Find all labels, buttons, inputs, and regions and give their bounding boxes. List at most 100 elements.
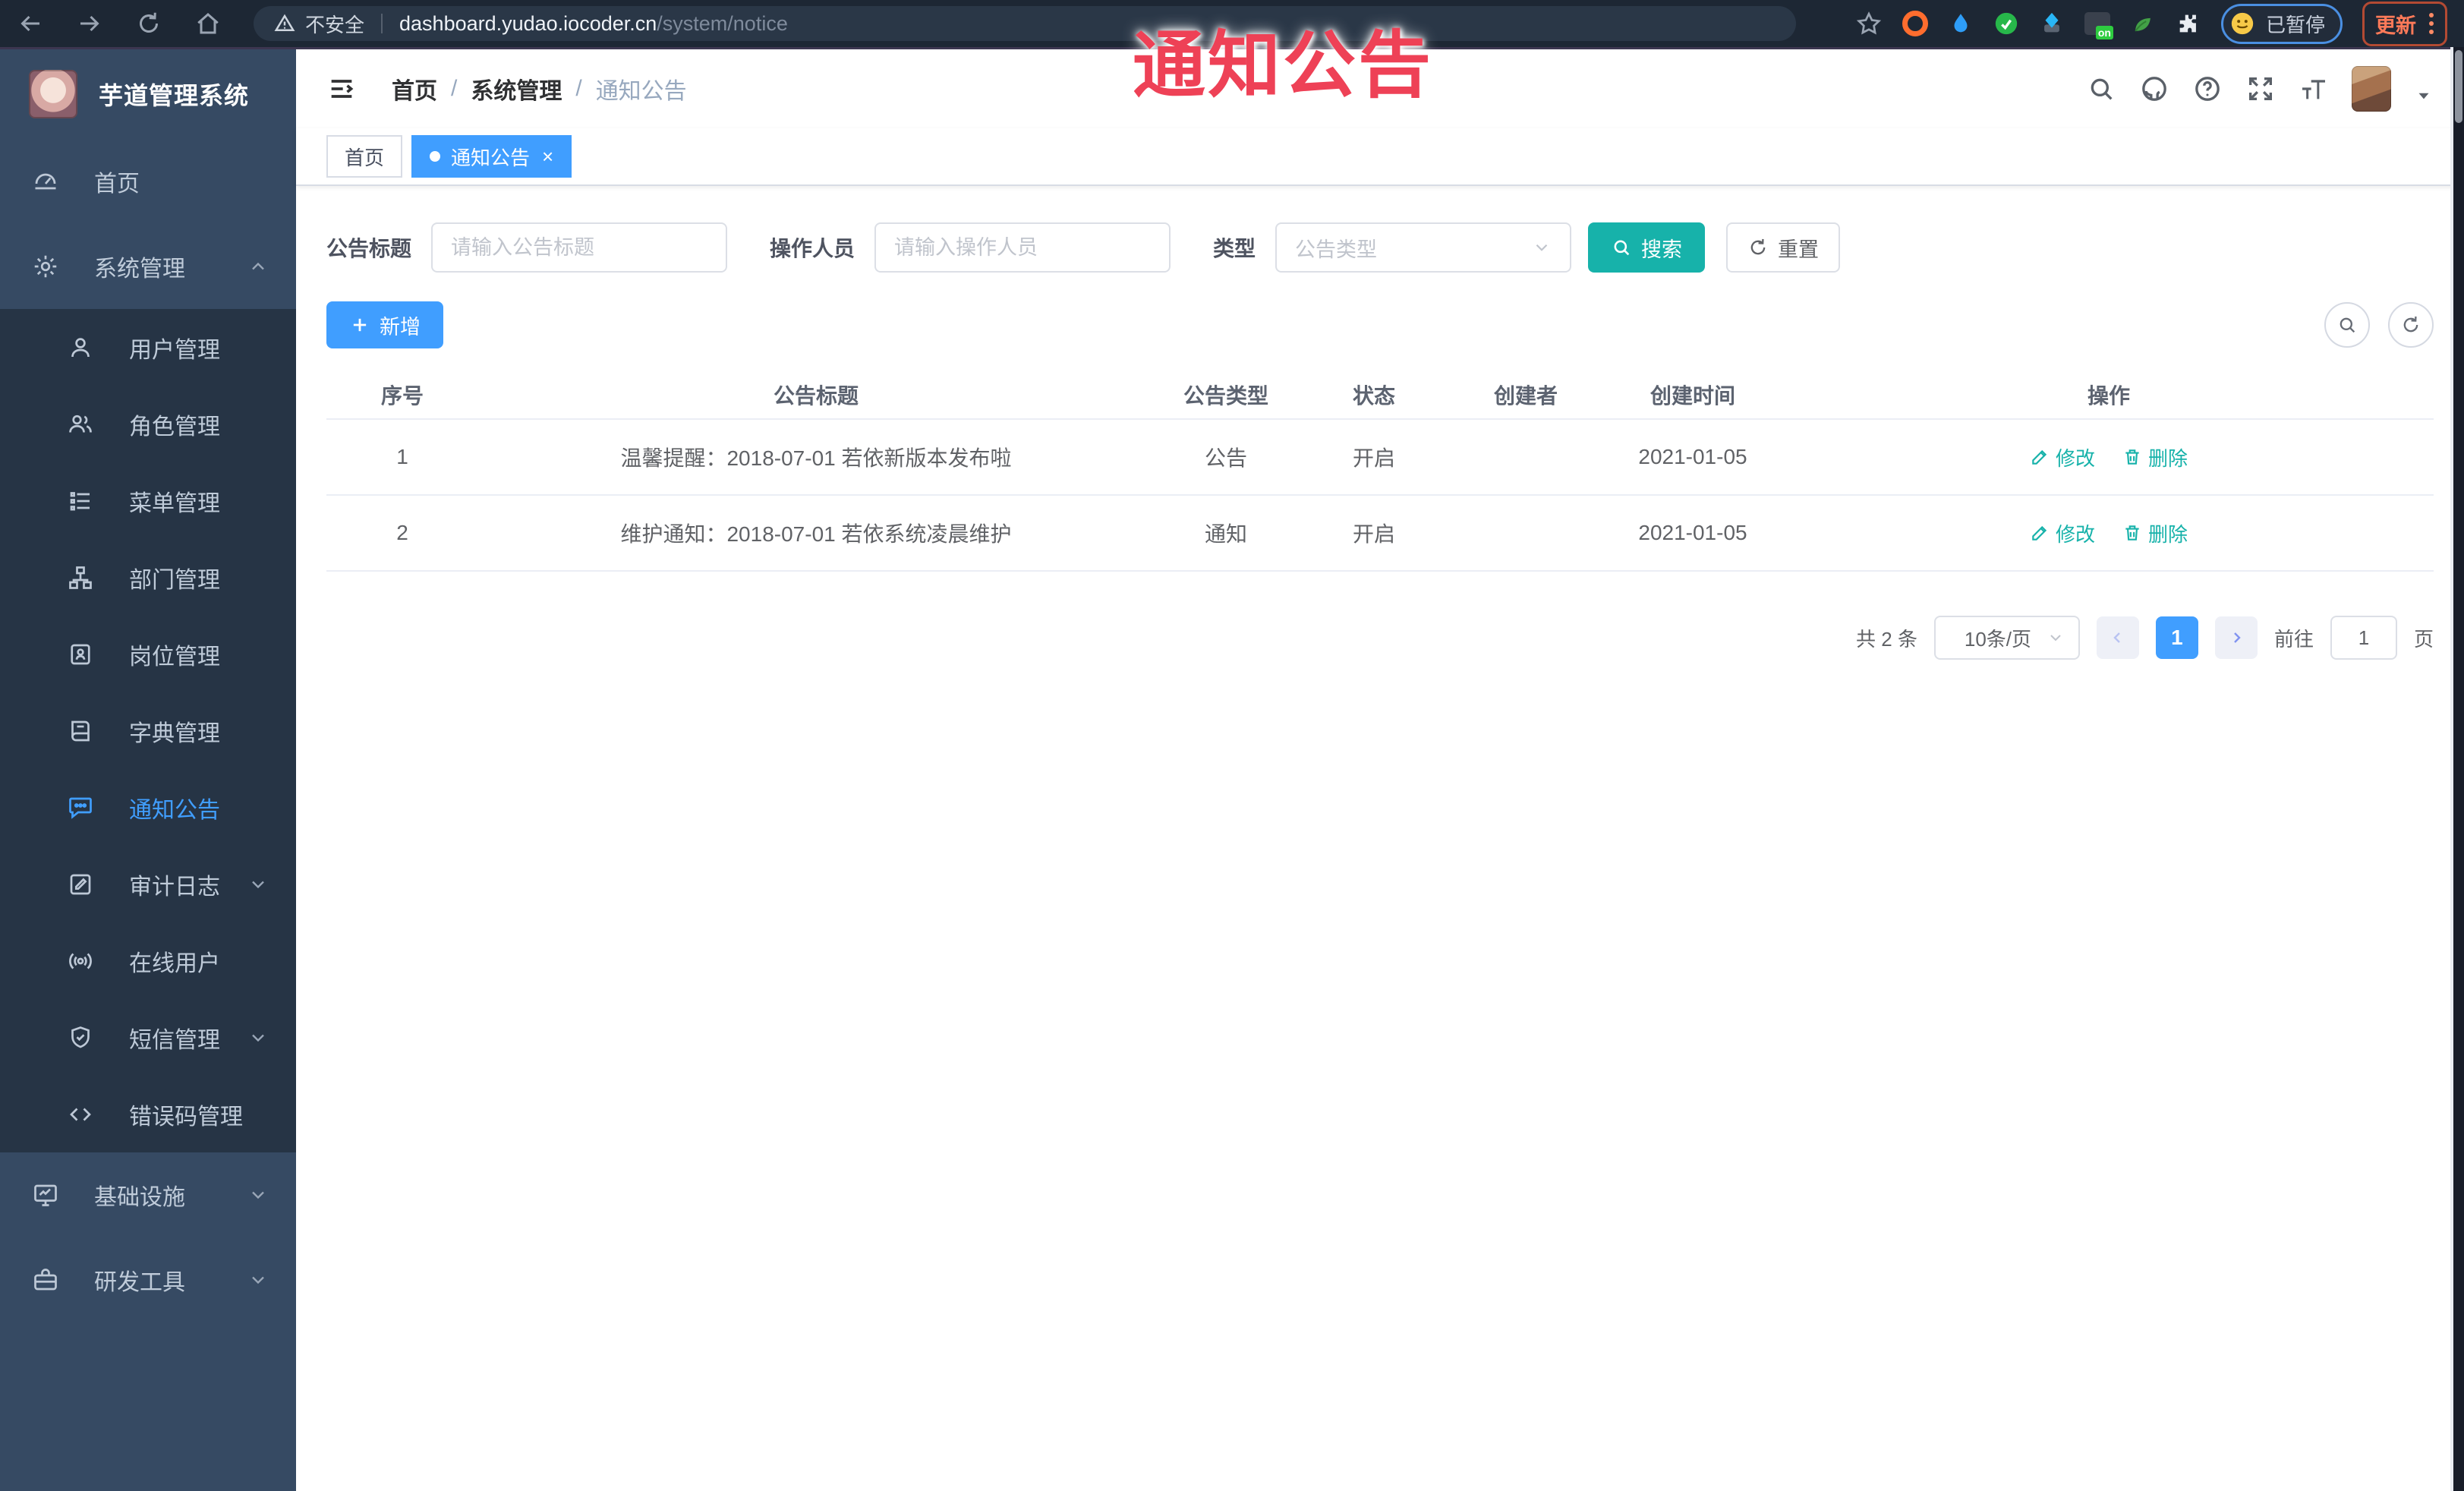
operator-input[interactable] <box>874 222 1171 273</box>
list-icon <box>70 491 90 510</box>
sidebar-item-sms[interactable]: 短信管理 <box>0 999 296 1076</box>
home-icon[interactable] <box>194 10 222 37</box>
dashboard-icon <box>35 173 56 190</box>
edit-link[interactable]: 修改 <box>2030 519 2095 547</box>
tags-view-bar: 首页 通知公告 × <box>296 128 2464 186</box>
sidebar-item-dev-tools[interactable]: 研发工具 <box>0 1237 296 1322</box>
security-label[interactable]: 不安全 <box>305 10 364 38</box>
sidebar-item-label: 用户管理 <box>129 337 220 363</box>
font-size-icon[interactable] <box>2299 74 2329 104</box>
close-icon[interactable]: × <box>542 147 553 166</box>
prev-page-button[interactable] <box>2096 616 2139 659</box>
github-icon[interactable] <box>2139 74 2169 104</box>
update-label: 更新 <box>2375 14 2416 37</box>
sidebar-item-notice[interactable]: 通知公告 <box>0 769 296 846</box>
current-page-button[interactable]: 1 <box>2155 616 2198 659</box>
extensions-puzzle-icon[interactable] <box>2176 11 2201 36</box>
operator-label: 操作人员 <box>770 237 855 260</box>
reload-icon[interactable] <box>135 10 162 37</box>
edit-icon <box>2032 525 2047 541</box>
gear-icon <box>34 255 57 278</box>
user-avatar[interactable] <box>2352 66 2391 112</box>
sidebar-item-audit-log[interactable]: 审计日志 <box>0 846 296 922</box>
logo[interactable]: 芋道管理系统 <box>0 49 296 139</box>
sidebar-item-error-codes[interactable]: 错误码管理 <box>0 1076 296 1152</box>
sidebar-item-departments[interactable]: 部门管理 <box>0 539 296 616</box>
sidebar-item-label: 审计日志 <box>129 874 220 900</box>
message-bubble-icon <box>69 797 92 819</box>
id-badge-icon <box>71 644 90 664</box>
add-button[interactable]: 新增 <box>326 301 443 348</box>
bookmark-star-icon[interactable] <box>1855 10 1883 37</box>
sidebar-item-label: 通知公告 <box>129 797 220 823</box>
sidebar-item-infrastructure[interactable]: 基础设施 <box>0 1152 296 1237</box>
sidebar-item-home[interactable]: 首页 <box>0 139 296 224</box>
address-bar[interactable]: 不安全 dashboard.yudao.iocoder.cn /system/n… <box>254 6 1796 41</box>
reset-button[interactable]: 重置 <box>1726 222 1841 273</box>
scrollbar-thumb[interactable] <box>2455 50 2462 123</box>
edit-link-label: 修改 <box>2055 446 2095 470</box>
help-icon[interactable] <box>2192 74 2223 104</box>
search-icon[interactable] <box>2086 74 2116 104</box>
profile-status-label: 已暂停 <box>2265 13 2325 36</box>
sidebar-item-dict[interactable]: 字典管理 <box>0 692 296 769</box>
not-secure-icon <box>274 14 295 31</box>
delete-link[interactable]: 删除 <box>2122 519 2188 547</box>
page-size-select[interactable]: 10条/页 <box>1933 616 2080 660</box>
cell-no: 2 <box>396 521 408 544</box>
edit-link[interactable]: 修改 <box>2030 443 2095 471</box>
breadcrumb-home[interactable]: 首页 <box>392 72 437 106</box>
profile-emoji-icon <box>2231 12 2254 35</box>
annotation-title: 通知公告 <box>1133 25 1433 106</box>
extension-gem-icon[interactable] <box>2039 11 2065 36</box>
search-button[interactable]: 搜索 <box>1588 222 1706 273</box>
sidebar-submenu-system: 用户管理 角色管理 菜单管理 部门管理 岗位管理 字典管理 通知公告 审计日志 … <box>0 309 296 1152</box>
browser-menu-kebab-icon[interactable] <box>2428 12 2434 35</box>
url-path: /system/notice <box>657 11 788 35</box>
sidebar-item-label: 在线用户 <box>129 950 220 976</box>
extension-orange-icon[interactable] <box>1902 11 1928 36</box>
sidebar-toggle-icon[interactable] <box>326 74 357 104</box>
tag-notice[interactable]: 通知公告 × <box>411 135 572 178</box>
toggle-search-button[interactable] <box>2324 302 2370 348</box>
caret-down-icon[interactable] <box>2414 86 2434 106</box>
extension-green-icon[interactable] <box>1993 11 2019 36</box>
sidebar-item-online-users[interactable]: 在线用户 <box>0 922 296 999</box>
refresh-table-button[interactable] <box>2388 302 2434 348</box>
sidebar-item-posts[interactable]: 岗位管理 <box>0 616 296 692</box>
sidebar-item-menus[interactable]: 菜单管理 <box>0 462 296 539</box>
extension-on-icon[interactable]: on <box>2084 12 2113 39</box>
column-header: 序号 <box>380 384 424 408</box>
page-size-value: 10条/页 <box>1964 627 2032 651</box>
cell-create-time: 2021-01-05 <box>1638 521 1747 544</box>
sidebar-item-label: 错误码管理 <box>129 1104 243 1130</box>
cell-actions: 修改 删除 <box>1784 443 2434 471</box>
page-unit-label: 页 <box>2413 627 2434 651</box>
sidebar-item-users[interactable]: 用户管理 <box>0 309 296 386</box>
goto-page-input[interactable] <box>2330 616 2397 660</box>
column-header: 状态 <box>1352 384 1395 408</box>
next-page-button[interactable] <box>2214 616 2258 659</box>
sidebar-item-roles[interactable]: 角色管理 <box>0 386 296 462</box>
browser-update-button[interactable]: 更新 <box>2362 1 2447 46</box>
sidebar-item-label: 研发工具 <box>94 1270 185 1295</box>
extension-leaf-icon[interactable] <box>2130 11 2156 36</box>
back-icon[interactable] <box>17 10 44 37</box>
sidebar-item-system[interactable]: 系统管理 <box>0 224 296 309</box>
cell-type: 通知 <box>1204 522 1247 546</box>
sidebar: 芋道管理系统 首页 系统管理 用户管理 角色管理 菜单管理 部门管理 岗位管理 … <box>0 49 296 1491</box>
page-scrollbar[interactable] <box>2453 47 2464 1491</box>
forward-icon[interactable] <box>76 10 103 37</box>
monitor-chart-icon <box>34 1184 57 1206</box>
shield-check-icon <box>71 1026 90 1048</box>
sidebar-item-label: 菜单管理 <box>129 490 220 516</box>
breadcrumb-section[interactable]: 系统管理 <box>471 72 562 106</box>
notice-title-input[interactable] <box>431 222 728 273</box>
extension-drop-icon[interactable] <box>1948 11 1974 36</box>
delete-link[interactable]: 删除 <box>2122 443 2188 471</box>
tag-home[interactable]: 首页 <box>326 135 403 178</box>
type-select[interactable]: 公告类型 <box>1275 222 1572 273</box>
fullscreen-icon[interactable] <box>2245 74 2276 104</box>
browser-profile-button[interactable]: 已暂停 <box>2220 3 2343 44</box>
breadcrumb-separator: / <box>575 76 582 101</box>
